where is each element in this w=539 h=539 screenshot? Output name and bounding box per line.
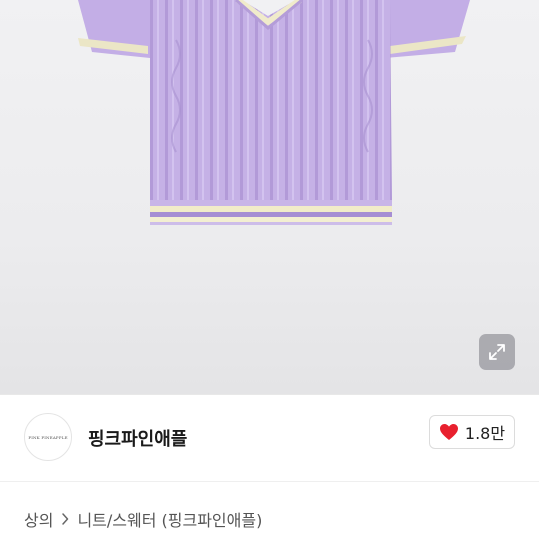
breadcrumb-item-subcategory[interactable]: 니트/스웨터 (핑크파인애플): [77, 507, 262, 531]
product-photo: [78, 0, 470, 225]
breadcrumb-item-category[interactable]: 상의: [24, 507, 53, 531]
product-image-area[interactable]: [0, 0, 539, 394]
expand-arrows-icon: [489, 344, 505, 360]
chevron-right-icon: [61, 513, 69, 525]
breadcrumb: 상의 니트/스웨터 (핑크파인애플): [24, 507, 262, 531]
avatar-logo-text: PINK PINEAPPLE: [28, 434, 68, 440]
section-separator: [0, 481, 539, 482]
seller-name[interactable]: 핑크파인애플: [88, 425, 187, 451]
seller-row[interactable]: PINK PINEAPPLE 핑크파인애플 1.8만: [0, 395, 539, 481]
like-count: 1.8만: [464, 424, 506, 443]
seller-avatar[interactable]: PINK PINEAPPLE: [24, 413, 72, 461]
expand-image-button[interactable]: [479, 334, 515, 370]
heart-icon: [439, 424, 458, 440]
like-button[interactable]: 1.8만: [429, 415, 515, 449]
